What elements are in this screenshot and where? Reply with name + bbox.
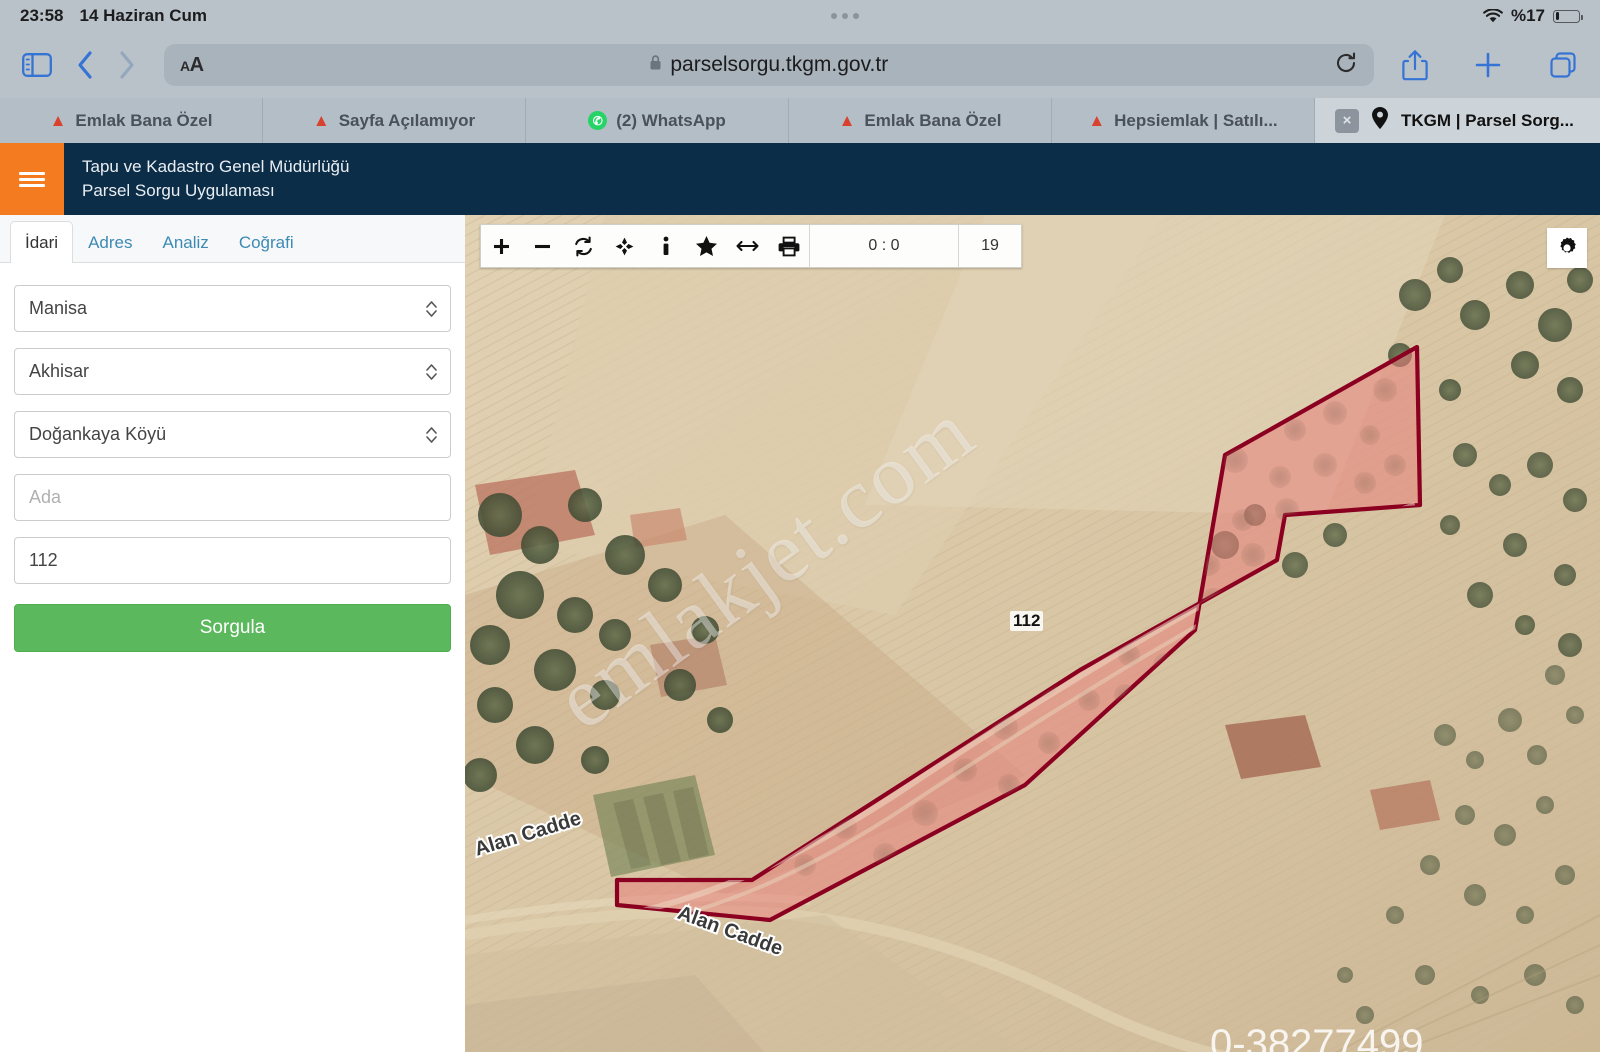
multitask-dot (842, 13, 848, 19)
browser-tab[interactable]: ▲ Sayfa Açılamıyor (263, 98, 526, 143)
crosshair-icon[interactable] (604, 225, 645, 267)
sorgula-button[interactable]: Sorgula (14, 604, 451, 652)
parsel-field (14, 537, 451, 584)
map-coordinates: 0 : 0 (868, 237, 900, 254)
app-title-line2: Parsel Sorgu Uygulaması (82, 181, 275, 200)
gear-icon[interactable] (1547, 228, 1587, 268)
text-size-icon[interactable]: AA (180, 54, 204, 77)
tab-label: Hepsiemlak | Satılı... (1114, 110, 1278, 130)
plus-icon[interactable] (1474, 51, 1502, 79)
map-pin-icon (1371, 106, 1389, 135)
mahalle-field (14, 411, 451, 458)
main-content: İdari Adres Analiz Coğrafi Manisa Akhisa… (0, 215, 1600, 1052)
wifi-icon (1483, 7, 1503, 24)
parcel-query-form: Sorgula (0, 263, 465, 652)
app-title-line1: Tapu ve Kadastro Genel Müdürlüğü (82, 157, 350, 176)
whatsapp-icon: ✆ (588, 111, 608, 130)
query-sidebar: İdari Adres Analiz Coğrafi Manisa Akhisa… (0, 215, 465, 1052)
il-select[interactable] (14, 285, 451, 332)
lock-icon (649, 53, 662, 77)
battery-icon (1553, 9, 1583, 23)
tab-label: (2) WhatsApp (616, 110, 726, 130)
app-title-block: Tapu ve Kadastro Genel Müdürlüğü Parsel … (64, 143, 349, 215)
tab-idari[interactable]: İdari (10, 221, 74, 263)
chevron-left-icon[interactable] (76, 50, 94, 80)
browser-toolbar: AA parselsorgu.tkgm.gov.tr (0, 32, 1600, 98)
share-icon[interactable] (1402, 49, 1428, 81)
address-bar[interactable]: AA parselsorgu.tkgm.gov.tr (164, 44, 1374, 86)
browser-tab[interactable]: ▲ Emlak Bana Özel (789, 98, 1052, 143)
star-icon[interactable] (686, 225, 727, 267)
ada-field (14, 474, 451, 521)
url-text: parselsorgu.tkgm.gov.tr (670, 53, 889, 76)
ios-status-bar: 23:58 14 Haziran Cum %17 (0, 0, 1600, 32)
hepsiemlak-chevron-icon: ▲ (838, 111, 856, 130)
parsel-input[interactable] (14, 537, 451, 584)
ilce-field (14, 348, 451, 395)
ada-input[interactable] (14, 474, 451, 521)
multitask-dot (831, 13, 837, 19)
hamburger-menu-icon[interactable] (0, 143, 64, 215)
battery-percent-label: %17 (1510, 6, 1545, 25)
status-date: 14 Haziran Cum (79, 6, 208, 25)
tab-analiz[interactable]: Analiz (148, 221, 224, 262)
url-display[interactable]: parselsorgu.tkgm.gov.tr (204, 53, 1334, 77)
map-toolbar: 0 : 0 19 (480, 224, 1022, 268)
multitask-dot (853, 13, 859, 19)
tab-label: Sayfa Açılamıyor (338, 110, 476, 130)
refresh-icon[interactable] (563, 225, 604, 267)
tab-label: TKGM | Parsel Sorg... (1401, 110, 1574, 130)
close-icon[interactable]: × (1335, 108, 1359, 133)
multitask-handle[interactable] (207, 13, 1483, 19)
zoom-out-icon[interactable] (522, 225, 563, 267)
il-field (14, 285, 451, 332)
reload-icon[interactable] (1334, 51, 1358, 80)
map-canvas[interactable]: emlakjet.com 112 Alan Cadde Alan Cadde 0… (465, 215, 1600, 1052)
browser-tab-active[interactable]: × TKGM | Parsel Sorg... (1315, 98, 1600, 143)
tab-label: Emlak Bana Özel (75, 110, 213, 130)
printer-icon[interactable] (768, 225, 809, 267)
tab-adres[interactable]: Adres (73, 221, 147, 262)
hepsiemlak-chevron-icon: ▲ (49, 111, 67, 130)
info-icon[interactable] (645, 225, 686, 267)
sidebar-tabs: İdari Adres Analiz Coğrafi (0, 215, 465, 263)
browser-tab[interactable]: ✆ (2) WhatsApp (526, 98, 789, 143)
browser-tab[interactable]: ▲ Emlak Bana Özel (0, 98, 263, 143)
hepsiemlak-chevron-icon: ▲ (312, 111, 330, 130)
mahalle-select[interactable] (14, 411, 451, 458)
browser-tab[interactable]: ▲ Hepsiemlak | Satılı... (1052, 98, 1315, 143)
parcel-overlay (614, 344, 1423, 923)
browser-tab-strip: ▲ Emlak Bana Özel ▲ Sayfa Açılamıyor ✆ (… (0, 98, 1600, 143)
zoom-in-icon[interactable] (481, 225, 522, 267)
chevron-right-icon (118, 50, 136, 80)
tab-label: Emlak Bana Özel (864, 110, 1002, 130)
ilce-select[interactable] (14, 348, 451, 395)
status-time: 23:58 (20, 6, 64, 25)
map-zoom-level: 19 (981, 237, 999, 254)
app-header: Tapu ve Kadastro Genel Müdürlüğü Parsel … (0, 143, 1600, 215)
hepsiemlak-chevron-icon: ▲ (1088, 111, 1106, 130)
tab-cografi[interactable]: Coğrafi (224, 221, 309, 262)
measure-arrows-icon[interactable] (727, 225, 768, 267)
sidebar-toggle-icon[interactable] (22, 53, 52, 77)
tabs-overview-icon[interactable] (1548, 50, 1578, 80)
